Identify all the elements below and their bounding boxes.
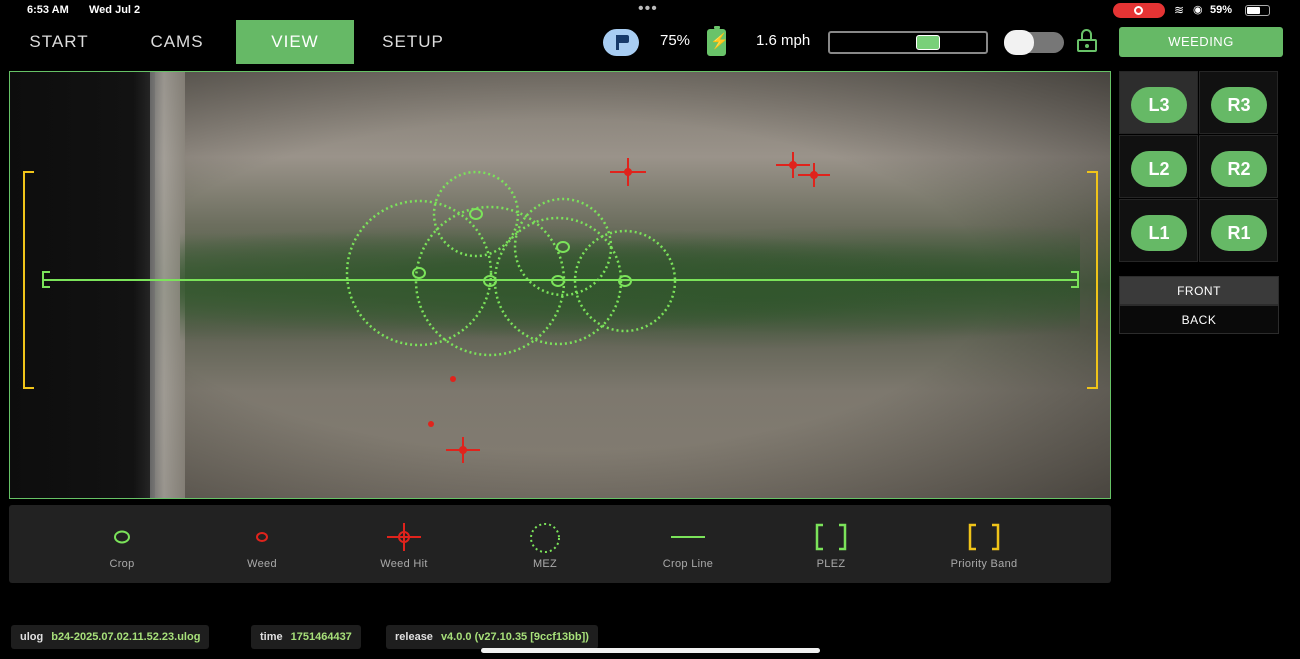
crop-marker xyxy=(469,208,483,220)
location-icon: ◉ xyxy=(1193,4,1203,16)
legend-crop: Crop xyxy=(52,523,192,578)
status-time: 6:53 AM xyxy=(27,4,69,16)
lane-r1-button[interactable]: R1 xyxy=(1211,215,1267,251)
power-toggle[interactable] xyxy=(1004,30,1064,55)
priority-band-right xyxy=(1087,171,1098,389)
time-value: 1751464437 xyxy=(290,631,352,643)
mez-legend-icon xyxy=(530,523,560,553)
lane-r3-cell[interactable]: R3 xyxy=(1199,71,1278,134)
weed-legend-icon xyxy=(256,532,268,542)
speed-marker xyxy=(916,35,940,50)
crop-legend-icon xyxy=(114,530,130,544)
weed-hit-marker xyxy=(798,163,830,187)
time-key: time xyxy=(260,631,283,643)
lane-r3-button[interactable]: R3 xyxy=(1211,87,1267,123)
crop-marker xyxy=(556,241,570,253)
tab-view[interactable]: VIEW xyxy=(236,20,354,64)
legend-label: Priority Band xyxy=(950,558,1018,570)
multitask-dots-icon[interactable]: ••• xyxy=(638,0,658,18)
unlock-icon[interactable] xyxy=(1077,29,1097,52)
weed-hit-legend-icon xyxy=(387,523,421,551)
ulog-info: ulog b24-2025.07.02.11.52.23.ulog xyxy=(11,625,210,649)
legend-label: MEZ xyxy=(532,558,558,570)
priority-band-legend-icon xyxy=(968,523,1000,551)
mez-circle xyxy=(432,170,520,258)
lane-l1-button[interactable]: L1 xyxy=(1131,215,1187,251)
tab-start[interactable]: START xyxy=(0,20,118,64)
legend-plez: PLEZ xyxy=(761,523,901,578)
detection-overlay xyxy=(23,152,1098,463)
legend-crop-line: Crop Line xyxy=(618,523,758,578)
status-bar: 6:53 AM Wed Jul 2 ••• ≋ ◉ 59% xyxy=(0,0,1300,20)
weed-hit-marker xyxy=(610,158,646,186)
home-indicator[interactable] xyxy=(481,648,820,653)
weed-hit-marker xyxy=(446,437,480,463)
release-value: v4.0.0 (v27.10.35 [9ccf13bb]) xyxy=(440,631,589,643)
lane-r2-button[interactable]: R2 xyxy=(1211,151,1267,187)
speed-bar xyxy=(828,31,988,54)
crop-line-legend-icon xyxy=(671,536,705,538)
time-info: time 1751464437 xyxy=(251,625,361,649)
battery-charging-icon: ⚡ xyxy=(707,26,729,56)
legend-label: Crop xyxy=(109,558,135,570)
legend-weed: Weed xyxy=(192,523,332,578)
tab-cams[interactable]: CAMS xyxy=(118,20,236,64)
lane-r2-cell[interactable]: R2 xyxy=(1199,135,1278,198)
release-key: release xyxy=(395,631,433,643)
priority-band-left xyxy=(23,171,34,389)
ulog-value: b24-2025.07.02.11.52.23.ulog xyxy=(51,631,201,643)
camera-direction-selector: FRONT BACK xyxy=(1119,276,1279,336)
status-date: Wed Jul 2 xyxy=(89,4,141,16)
lane-l2-cell[interactable]: L2 xyxy=(1119,135,1198,198)
status-battery-percent: 59% xyxy=(1210,4,1233,16)
battery-level: 75% xyxy=(660,32,691,49)
plez-legend-icon xyxy=(815,523,847,551)
weed-marker xyxy=(428,421,434,427)
lane-l3-cell[interactable]: L3 xyxy=(1119,71,1198,134)
legend-label: Weed xyxy=(247,558,277,570)
lane-r1-cell[interactable]: R1 xyxy=(1199,199,1278,262)
speed-readout: 1.6 mph xyxy=(756,32,811,49)
legend-label: Crop Line xyxy=(662,558,714,570)
overlay-legend: Crop Weed Weed Hit MEZ Crop Line PLEZ Pr… xyxy=(9,505,1111,583)
screen-record-icon[interactable] xyxy=(1113,3,1165,18)
legend-priority-band: Priority Band xyxy=(914,523,1054,578)
camera-view[interactable] xyxy=(9,71,1111,499)
weeding-mode-button[interactable]: WEEDING xyxy=(1119,27,1283,57)
legend-label: Weed Hit xyxy=(380,558,428,570)
lane-l3-button[interactable]: L3 xyxy=(1131,87,1187,123)
release-info: release v4.0.0 (v27.10.35 [9ccf13bb]) xyxy=(386,625,598,649)
legend-label: PLEZ xyxy=(816,558,846,570)
tab-setup[interactable]: SETUP xyxy=(354,20,472,64)
top-nav: START CAMS VIEW SETUP 75% ⚡ 1.6 mph WEED… xyxy=(0,20,1300,64)
back-button[interactable]: BACK xyxy=(1119,305,1279,334)
flag-icon[interactable] xyxy=(603,29,639,56)
ulog-key: ulog xyxy=(20,631,44,643)
weed-marker xyxy=(450,376,456,382)
wifi-icon: ≋ xyxy=(1174,3,1185,17)
legend-weed-hit: Weed Hit xyxy=(334,523,474,578)
toggle-knob xyxy=(1004,30,1034,55)
lane-l1-cell[interactable]: L1 xyxy=(1119,199,1198,262)
legend-mez: MEZ xyxy=(475,523,615,578)
lane-l2-button[interactable]: L2 xyxy=(1131,151,1187,187)
battery-icon xyxy=(1245,5,1270,16)
mez-circle xyxy=(345,199,493,347)
lane-selector: L3 R3 L2 R2 L1 R1 xyxy=(1119,71,1279,264)
front-button[interactable]: FRONT xyxy=(1119,276,1279,305)
crop-marker xyxy=(412,267,426,279)
